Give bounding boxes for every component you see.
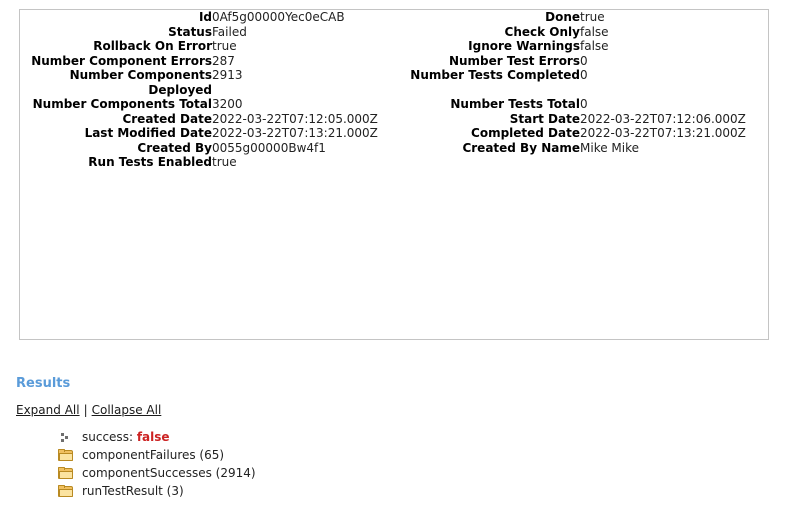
tree-node-key: runTestResult (3) — [82, 484, 184, 498]
detail-label: Created By — [137, 140, 212, 155]
folder-icon[interactable] — [58, 484, 74, 498]
detail-value: false — [580, 24, 609, 39]
collapse-all-link[interactable]: Collapse All — [92, 403, 162, 417]
detail-table-body: Id 0Af5g00000Yec0eCAB Done true Status Failed… — [20, 10, 768, 170]
detail-value: 2022-03-22T07:13:21.000Z — [580, 126, 746, 140]
detail-value: 0055g00000Bw4f1 — [212, 140, 326, 155]
detail-value — [580, 155, 768, 170]
tree-node[interactable]: success: false — [58, 428, 516, 446]
detail-value: 287 — [212, 53, 235, 68]
detail-label: Status — [168, 24, 212, 39]
detail-label: Number Component Errors — [31, 53, 212, 68]
detail-row: Status Failed Check Only false — [20, 25, 768, 40]
detail-value: Failed — [212, 24, 247, 39]
detail-value: 2022-03-22T07:12:06.000Z — [580, 111, 746, 126]
detail-label: Created Date — [122, 111, 212, 126]
results-section: Results Expand All | Collapse All success:… — [16, 376, 516, 500]
detail-label: Ignore Warnings — [468, 39, 580, 53]
tree-node-label: componentFailures (65) — [82, 446, 224, 464]
detail-row: Created Date 2022-03-22T07:12:05.000Z Star… — [20, 112, 768, 127]
detail-value: false — [580, 39, 609, 53]
results-tree: success: false componentFailures (65) comp… — [58, 428, 516, 500]
detail-label: Number Tests Total — [450, 97, 580, 111]
deployment-detail-table: Id 0Af5g00000Yec0eCAB Done true Status Failed… — [20, 10, 768, 170]
detail-value: 0 — [580, 97, 588, 111]
detail-row: Number Component Errors 287 Number Test Er… — [20, 54, 768, 69]
detail-label: Last Modified Date — [84, 126, 212, 140]
detail-label: Number Components Total — [32, 97, 212, 111]
detail-row: Id 0Af5g00000Yec0eCAB Done true — [20, 10, 768, 25]
detail-row: Created By 0055g00000Bw4f1 Created By Name… — [20, 141, 768, 156]
folder-icon[interactable] — [58, 466, 74, 480]
detail-value: 2913 — [212, 68, 243, 82]
tree-node-key: componentFailures (65) — [82, 448, 225, 462]
detail-row: Number Components Total 3200 Number Tests … — [20, 97, 768, 112]
detail-label: Run Tests Enabled — [88, 155, 212, 169]
detail-label: Number Tests Completed — [410, 68, 580, 82]
detail-label: Start Date — [509, 111, 580, 126]
folder-icon[interactable] — [58, 448, 74, 462]
tree-node[interactable]: componentSuccesses (2914) — [58, 464, 516, 482]
detail-label: Check Only — [504, 24, 580, 39]
detail-value: 2022-03-22T07:12:05.000Z — [212, 111, 378, 126]
tree-node-label: success: false — [82, 428, 170, 446]
tree-node[interactable]: runTestResult (3) — [58, 482, 516, 500]
detail-label: Created By Name — [462, 140, 580, 155]
tree-actions-separator: | — [83, 403, 88, 417]
detail-label: Number Test Errors — [448, 53, 580, 68]
detail-label — [392, 155, 580, 170]
tree-node-value: false — [136, 430, 170, 444]
detail-value: 0 — [580, 53, 588, 68]
detail-label: Number Components Deployed — [69, 68, 212, 97]
detail-value: 0 — [580, 68, 588, 82]
detail-row: Run Tests Enabled true — [20, 155, 768, 170]
detail-row: Number Components Deployed 2913 Number Tes… — [20, 68, 768, 97]
detail-value: true — [212, 39, 237, 53]
detail-row: Last Modified Date 2022-03-22T07:13:21.00… — [20, 126, 768, 141]
detail-value: true — [580, 10, 605, 24]
detail-label: Done — [545, 10, 580, 24]
leaf-node-icon[interactable] — [58, 429, 74, 445]
deployment-detail-panel: Id 0Af5g00000Yec0eCAB Done true Status Failed… — [19, 9, 769, 340]
detail-label: Rollback On Error — [93, 39, 212, 53]
tree-node-key: componentSuccesses (2914) — [82, 466, 256, 480]
detail-label: Id — [198, 10, 212, 24]
detail-label: Completed Date — [471, 126, 580, 140]
tree-node-key: success: — [82, 430, 133, 444]
tree-node-label: runTestResult (3) — [82, 482, 184, 500]
results-heading: Results — [16, 376, 71, 391]
tree-node-label: componentSuccesses (2914) — [82, 464, 256, 482]
detail-value: 0Af5g00000Yec0eCAB — [212, 10, 345, 24]
detail-value: 2022-03-22T07:13:21.000Z — [212, 126, 378, 140]
detail-value: Mike Mike — [580, 140, 639, 155]
detail-row: Rollback On Error true Ignore Warnings fals… — [20, 39, 768, 54]
detail-value: true — [212, 155, 237, 169]
expand-all-link[interactable]: Expand All — [16, 403, 80, 417]
tree-actions: Expand All | Collapse All — [16, 402, 516, 418]
detail-value: 3200 — [212, 97, 243, 111]
tree-node[interactable]: componentFailures (65) — [58, 446, 516, 464]
